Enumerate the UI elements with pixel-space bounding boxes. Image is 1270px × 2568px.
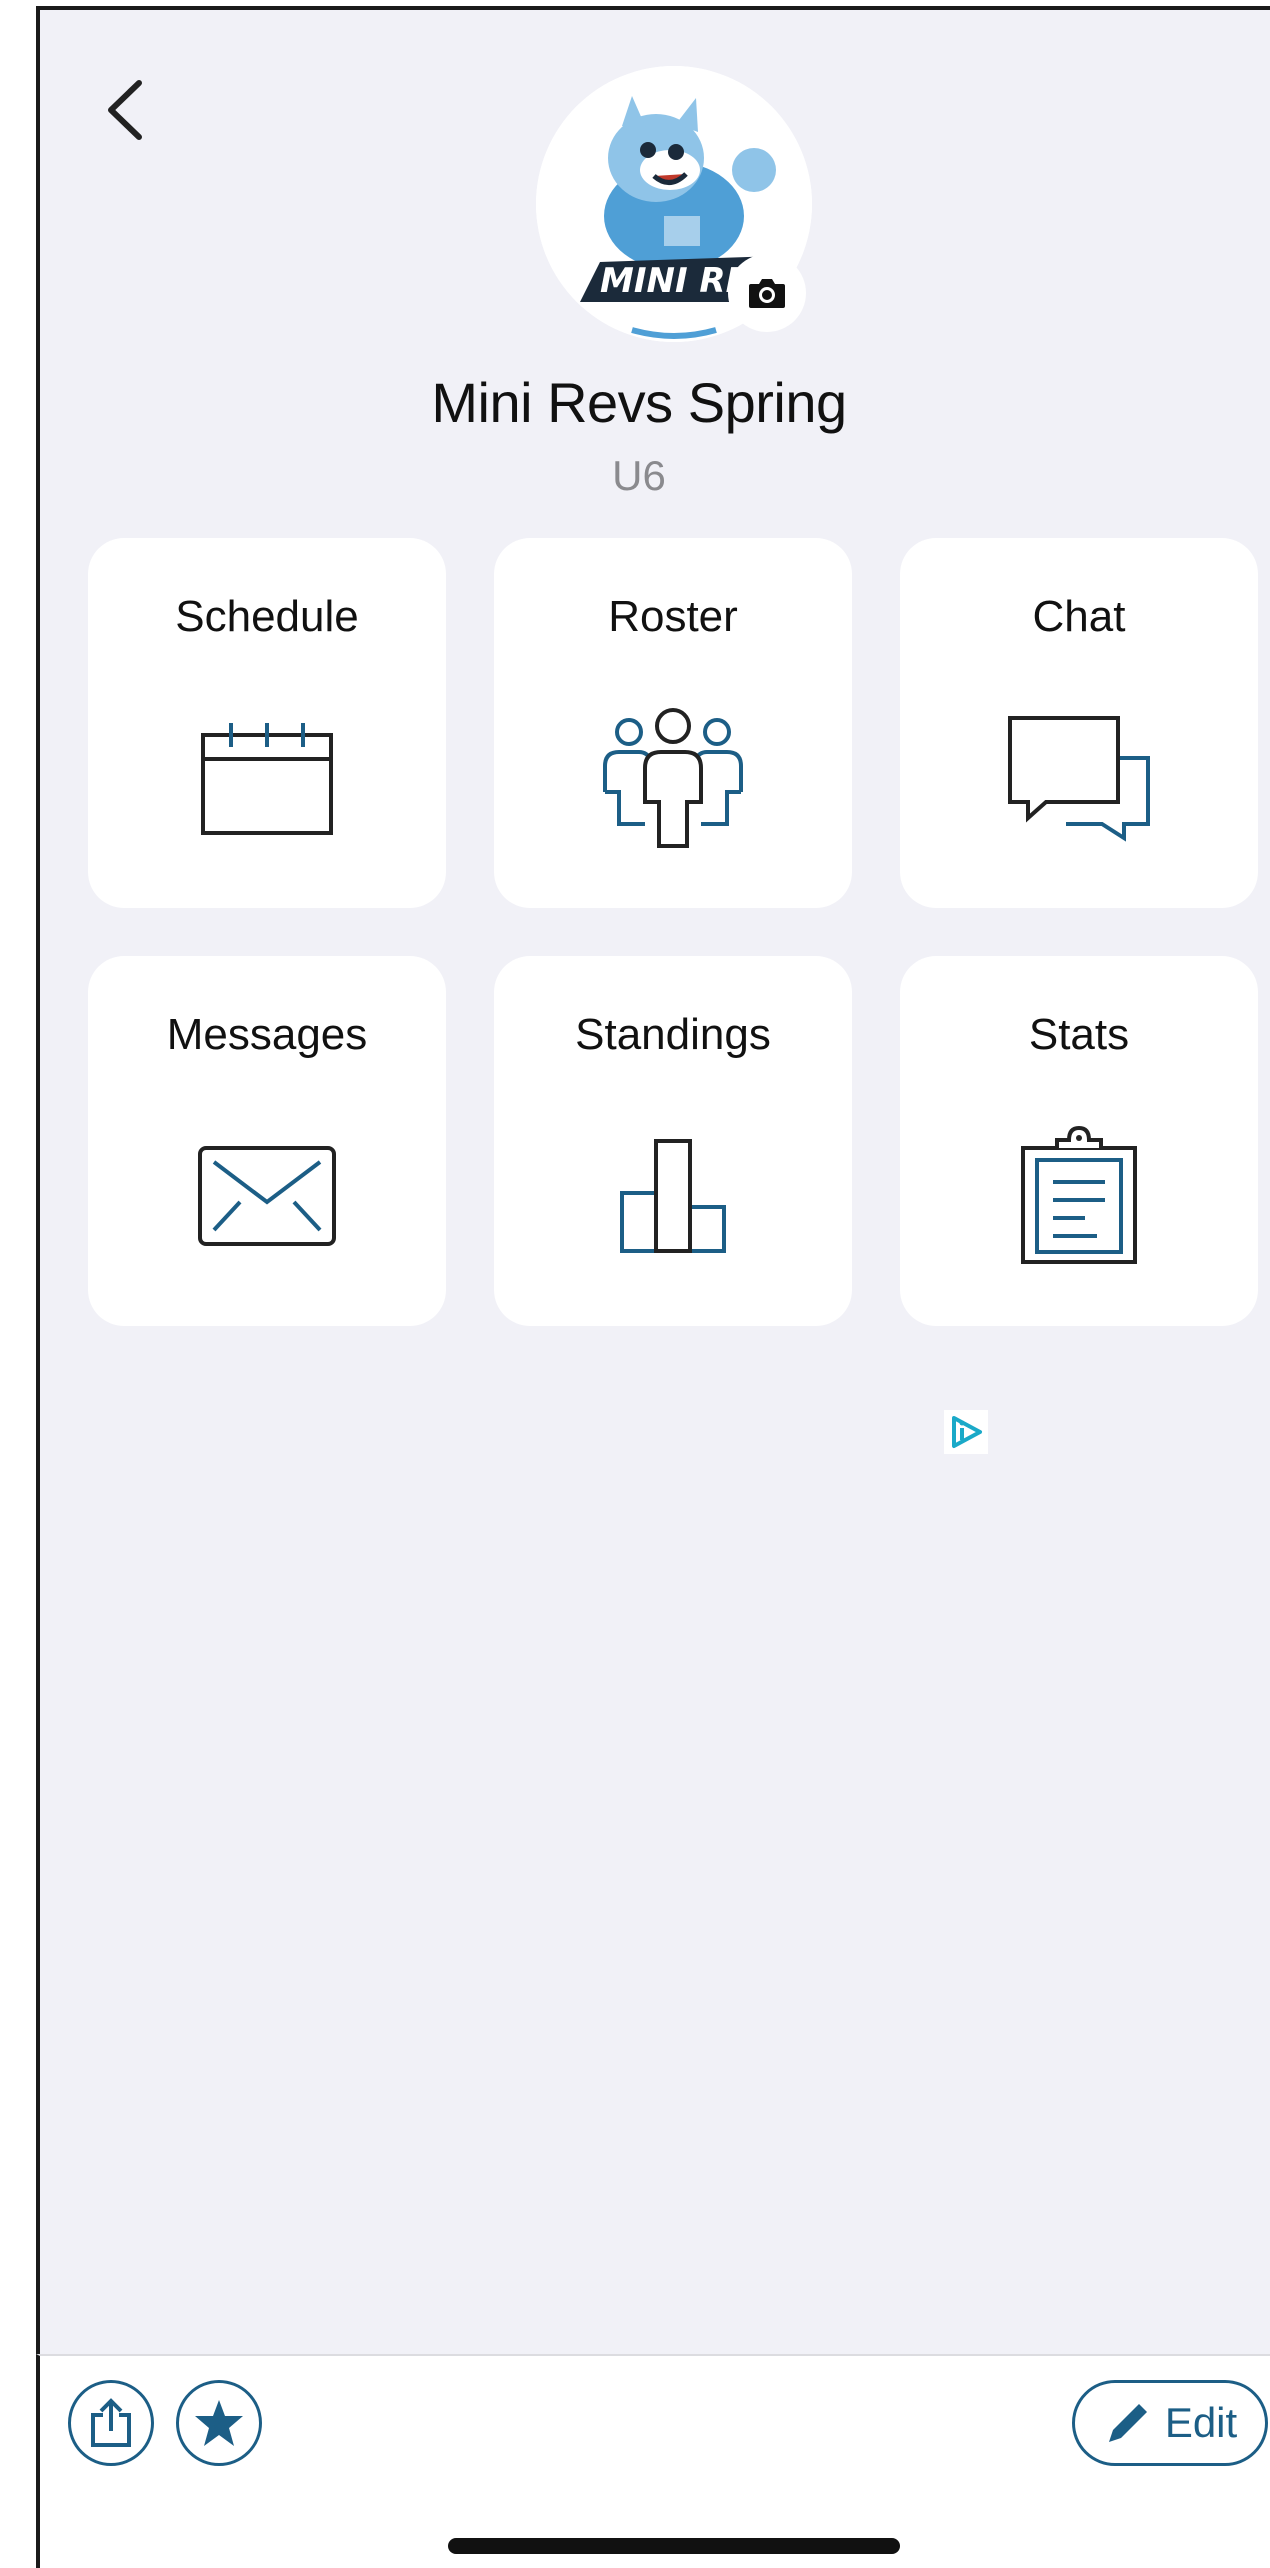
tile-label: Standings xyxy=(575,1010,771,1059)
tile-standings[interactable]: Standings xyxy=(494,956,852,1326)
tile-chat[interactable]: Chat xyxy=(900,538,1258,908)
edit-button[interactable]: Edit xyxy=(1072,2380,1268,2466)
clipboard-icon xyxy=(1021,1126,1137,1264)
team-name: Mini Revs Spring xyxy=(431,371,847,434)
team-avatar[interactable]: MINI REVS xyxy=(536,66,812,342)
tile-label: Stats xyxy=(1028,1010,1130,1059)
calendar-icon xyxy=(201,723,333,835)
ad-choices-button[interactable] xyxy=(944,1410,988,1454)
ad-choices-icon xyxy=(952,1416,982,1448)
team-screen: MINI REVS Mini Revs Spring U6 Schedule R… xyxy=(36,6,1270,2568)
team-subtitle: U6 xyxy=(612,452,666,499)
share-button[interactable] xyxy=(68,2380,154,2466)
tile-roster[interactable]: Roster xyxy=(494,538,852,908)
tile-label: Schedule xyxy=(175,592,359,641)
star-icon xyxy=(195,2400,243,2446)
back-button[interactable] xyxy=(90,70,160,150)
change-photo-button[interactable] xyxy=(728,254,806,332)
bottom-toolbar: Edit xyxy=(36,2354,1270,2568)
home-indicator xyxy=(448,2538,900,2554)
favorite-button[interactable] xyxy=(176,2380,262,2466)
people-icon xyxy=(603,708,743,848)
tile-schedule[interactable]: Schedule xyxy=(88,538,446,908)
chat-bubbles-icon xyxy=(1008,716,1150,842)
chevron-left-icon xyxy=(108,80,142,140)
tile-label: Messages xyxy=(166,1010,368,1059)
tile-stats[interactable]: Stats xyxy=(900,956,1258,1326)
tile-label: Roster xyxy=(608,592,738,641)
pencil-icon xyxy=(1108,2404,1147,2442)
tile-label: Chat xyxy=(1032,592,1126,641)
envelope-icon xyxy=(198,1146,336,1246)
tile-messages[interactable]: Messages xyxy=(88,956,446,1326)
edit-label: Edit xyxy=(1164,2399,1238,2446)
share-icon xyxy=(91,2398,131,2447)
bar-chart-icon xyxy=(620,1139,726,1253)
camera-icon xyxy=(749,279,785,308)
